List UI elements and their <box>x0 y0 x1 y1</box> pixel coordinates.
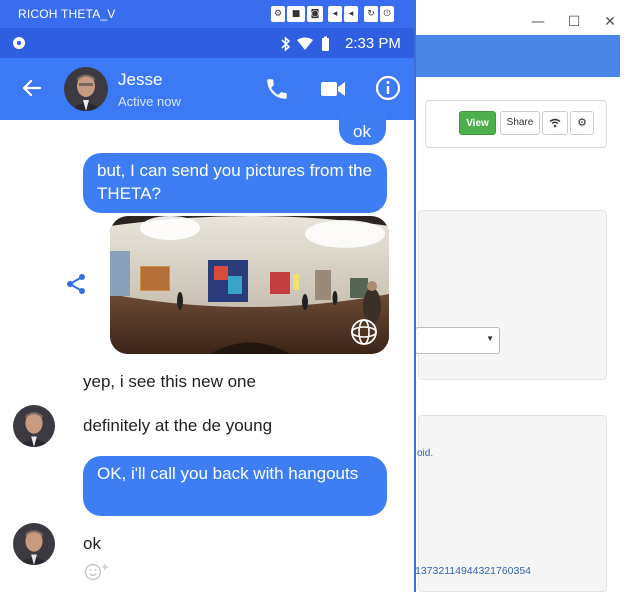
android-status-bar: 2:33 PM <box>0 28 414 58</box>
outgoing-message[interactable]: ok <box>339 112 386 145</box>
window-controls: — ☐ ✕ <box>520 10 627 34</box>
gear-icon[interactable]: ⚙ <box>271 6 285 22</box>
video-call-icon[interactable] <box>320 78 346 100</box>
bluetooth-icon <box>281 36 291 52</box>
wifi-icon <box>297 37 313 50</box>
incoming-message[interactable]: definitely at the de young <box>83 416 272 436</box>
gear-icon: ⚙ <box>577 116 587 129</box>
info-icon[interactable] <box>375 75 401 101</box>
phone-titlebar: RICOH THETA_V ⚙ ■ ◙ ◂ ◂ ↻ ⏻ <box>0 0 414 28</box>
power-icon[interactable]: ⏻ <box>380 6 394 22</box>
video-icon[interactable]: ■ <box>287 6 305 22</box>
360-view-icon[interactable] <box>350 318 378 346</box>
wifi-button[interactable] <box>542 111 568 135</box>
close-button[interactable]: ✕ <box>592 10 627 34</box>
view-button[interactable]: View <box>459 111 496 135</box>
contact-avatar[interactable] <box>64 67 108 111</box>
device-id-link[interactable]: 1373211494432176035​4 <box>415 565 531 577</box>
contact-status: Active now <box>118 94 181 109</box>
panorama-image <box>110 216 389 354</box>
volume-up-icon[interactable]: ◂ <box>344 6 358 22</box>
panorama-photo-message[interactable] <box>110 216 389 354</box>
add-reaction-icon[interactable] <box>84 563 110 581</box>
notification-icon <box>13 37 25 49</box>
device-select[interactable]: ▼ <box>415 327 500 354</box>
partial-text: oid. <box>417 448 434 459</box>
rotate-icon[interactable]: ↻ <box>364 6 378 22</box>
wifi-icon <box>549 118 561 128</box>
phone-call-icon[interactable] <box>264 76 290 102</box>
battery-icon <box>322 38 329 51</box>
camera-icon[interactable]: ◙ <box>307 6 323 22</box>
maximize-button[interactable]: ☐ <box>556 10 592 34</box>
share-icon[interactable] <box>64 272 88 296</box>
outgoing-message[interactable]: but, I can send you pictures from the TH… <box>83 153 387 213</box>
chat-header: Jesse Active now <box>0 58 414 120</box>
volume-down-icon[interactable]: ◂ <box>328 6 342 22</box>
phone-mirror-window: RICOH THETA_V ⚙ ■ ◙ ◂ ◂ ↻ ⏻ 2:33 PM Jess… <box>0 0 416 592</box>
status-icons <box>281 36 329 52</box>
incoming-message[interactable]: ok <box>83 534 101 554</box>
contact-avatar[interactable] <box>13 523 55 565</box>
back-arrow-icon[interactable] <box>20 76 44 100</box>
window-title: RICOH THETA_V <box>18 7 116 21</box>
contact-name: Jesse <box>118 70 163 89</box>
minimize-button[interactable]: — <box>520 10 556 34</box>
screen: — ☐ ✕ View Share ⚙ ▼ oid. 13732114944321… <box>0 0 627 592</box>
incoming-message[interactable]: yep, i see this new one <box>83 372 256 392</box>
settings-panel <box>418 210 607 380</box>
settings-button[interactable]: ⚙ <box>570 111 594 135</box>
app-navbar <box>415 35 620 77</box>
contact-avatar[interactable] <box>13 405 55 447</box>
clock: 2:33 PM <box>345 35 401 52</box>
chevron-down-icon: ▼ <box>486 334 494 343</box>
share-button[interactable]: Share <box>500 111 540 135</box>
outgoing-message[interactable]: OK, i'll call you back with hangouts <box>83 456 387 516</box>
